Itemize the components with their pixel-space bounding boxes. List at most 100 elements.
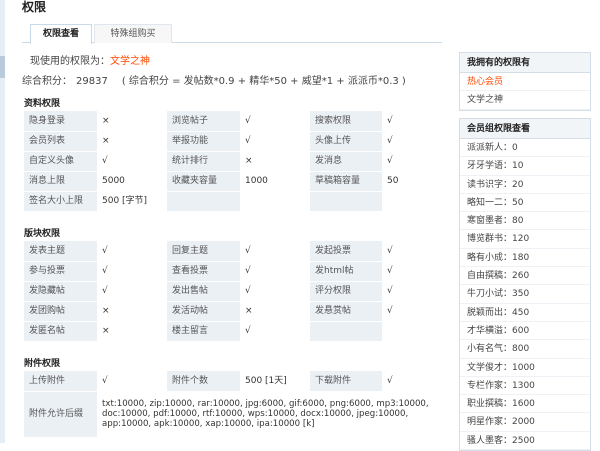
- permission-value: ×: [97, 301, 167, 322]
- permission-key: 附件允许后缀: [24, 391, 97, 438]
- table-row: 签名大小上限 500 [字节]: [24, 191, 442, 212]
- permission-value: √: [382, 151, 442, 172]
- permission-key: 发表主题: [24, 241, 97, 262]
- member-group-item[interactable]: 才华横溢：600: [460, 322, 590, 341]
- empty-cell: [310, 191, 382, 212]
- permission-key: 发出售帖: [167, 281, 240, 302]
- permission-value: 500 [字节]: [97, 191, 167, 212]
- score-line: 综合积分： 29837 ( 综合积分 = 发帖数*0.9 + 精华*50 + 威望*…: [22, 72, 406, 87]
- member-group-item[interactable]: 骚人墨客：2500: [460, 432, 590, 451]
- table-row: 隐身登录 × 浏览帖子 √ 搜索权限 √: [24, 111, 442, 132]
- permission-key: 评分权限: [310, 281, 382, 302]
- allowed-extensions-value: txt:10000, zip:10000, rar:10000, jpg:600…: [97, 391, 442, 438]
- permission-value: 50: [382, 171, 442, 192]
- permission-key: 统计排行: [167, 151, 240, 172]
- permission-value: 5000: [97, 171, 167, 192]
- empty-cell: [240, 191, 310, 212]
- current-permission-line: 现使用的权限为：文学之神: [30, 52, 150, 67]
- permission-value: ×: [97, 321, 167, 342]
- permission-key: 举报功能: [167, 131, 240, 152]
- left-edge-strip: [0, 0, 5, 443]
- permission-value: ×: [97, 131, 167, 152]
- my-permissions-box: 我拥有的权限有 热心会员 文学之神: [459, 52, 591, 111]
- member-group-item[interactable]: 文学俊才：1000: [460, 359, 590, 377]
- current-permission-prefix: 现使用的权限为：: [30, 56, 110, 67]
- permission-key: 发悬赏帖: [310, 301, 382, 322]
- table-row: 发匿名帖 × 楼主留言 √: [24, 321, 442, 342]
- permission-value: √: [240, 261, 310, 282]
- member-group-title: 会员组权限查看: [460, 119, 590, 139]
- permission-value: √: [240, 111, 310, 132]
- member-group-item[interactable]: 略知一二：50: [460, 194, 590, 213]
- empty-cell: [382, 191, 442, 212]
- score-value: 29837: [76, 76, 108, 87]
- permission-key: 发匿名帖: [24, 321, 97, 342]
- member-group-item[interactable]: 脱颖而出：450: [460, 304, 590, 322]
- permission-value: √: [97, 241, 167, 262]
- member-group-item[interactable]: 寒窗墨者：80: [460, 212, 590, 231]
- resource-permission-table: 隐身登录 × 浏览帖子 √ 搜索权限 √ 会员列表 × 举报功能 √ 头像上传 √ 自定义头像 √ 统计排行…: [24, 111, 442, 212]
- permission-key: 会员列表: [24, 131, 97, 152]
- permission-key: 查看投票: [167, 261, 240, 282]
- empty-cell: [382, 321, 442, 342]
- permission-key: 收藏夹容量: [167, 171, 240, 192]
- permission-key: 回复主题: [167, 241, 240, 262]
- permission-value: √: [97, 281, 167, 302]
- score-formula: ( 综合积分 = 发帖数*0.9 + 精华*50 + 威望*1 + 派派币*0.…: [121, 76, 406, 87]
- member-group-item[interactable]: 略有小成：180: [460, 249, 590, 268]
- permission-key: 附件个数: [167, 371, 240, 392]
- permission-value: √: [382, 131, 442, 152]
- permission-value: √: [97, 151, 167, 172]
- section-title-attachment: 附件权限: [24, 359, 61, 369]
- permission-key: 签名大小上限: [24, 191, 97, 212]
- permission-key: 自定义头像: [24, 151, 97, 172]
- permission-value: √: [97, 371, 167, 392]
- permission-key: 上传附件: [24, 371, 97, 392]
- member-group-item[interactable]: 牛刀小试：350: [460, 285, 590, 304]
- member-group-item[interactable]: 小有名气：800: [460, 340, 590, 359]
- my-permission-item[interactable]: 文学之神: [460, 91, 590, 110]
- permission-key: 隐身登录: [24, 111, 97, 132]
- table-row: 上传附件 √ 附件个数 500 [1天] 下载附件 √: [24, 371, 442, 392]
- member-group-item[interactable]: 职业撰稿：1600: [460, 395, 590, 414]
- permission-value: ×: [240, 151, 310, 172]
- member-group-item[interactable]: 明星作家：2000: [460, 413, 590, 432]
- empty-cell: [167, 191, 240, 212]
- current-permission-role[interactable]: 文学之神: [110, 56, 150, 67]
- member-group-item[interactable]: 牙牙学语：10: [460, 157, 590, 176]
- member-group-item[interactable]: 读书识字：20: [460, 176, 590, 194]
- table-row: 参与投票 √ 查看投票 √ 发html帖 √: [24, 261, 442, 282]
- my-permissions-title: 我拥有的权限有: [460, 53, 590, 73]
- permission-value: √: [382, 111, 442, 132]
- table-row: 发表主题 √ 回复主题 √ 发起投票 √: [24, 241, 442, 262]
- permission-value: √: [97, 261, 167, 282]
- table-row: 会员列表 × 举报功能 √ 头像上传 √: [24, 131, 442, 152]
- permission-value: √: [382, 261, 442, 282]
- attachment-permission-table: 上传附件 √ 附件个数 500 [1天] 下载附件 √ 附件允许后缀 txt:1…: [24, 371, 442, 438]
- permission-key: 消息上限: [24, 171, 97, 192]
- permission-value: √: [382, 301, 442, 322]
- table-row: 消息上限 5000 收藏夹容量 1000 草稿箱容量 50: [24, 171, 442, 192]
- permission-key: 发活动帖: [167, 301, 240, 322]
- member-group-item[interactable]: 派派新人：0: [460, 139, 590, 158]
- tab-permission-view[interactable]: 权限查看: [30, 24, 92, 44]
- tab-special-group-purchase[interactable]: 特殊组购买: [94, 24, 172, 43]
- score-label: 综合积分：: [22, 76, 72, 87]
- permission-value: 1000: [240, 171, 310, 192]
- tab-bar: 权限查看 特殊组购买: [22, 24, 442, 44]
- section-title-resource: 资料权限: [24, 99, 61, 109]
- permission-key: 发隐藏帖: [24, 281, 97, 302]
- member-group-item[interactable]: 自由撰稿：260: [460, 267, 590, 286]
- member-group-item[interactable]: 博览群书：120: [460, 230, 590, 249]
- scroll-tab[interactable]: [0, 56, 5, 78]
- permission-value: ×: [240, 301, 310, 322]
- member-group-item[interactable]: 专栏作家：1300: [460, 377, 590, 396]
- permission-value: √: [240, 281, 310, 302]
- permission-value: √: [382, 371, 442, 392]
- member-group-permissions-box: 会员组权限查看 派派新人：0 牙牙学语：10 读书识字：20 略知一二：50 寒窗墨者：…: [459, 118, 591, 451]
- permission-value: √: [240, 241, 310, 262]
- permission-key: 下载附件: [310, 371, 382, 392]
- permission-key: 发团购帖: [24, 301, 97, 322]
- my-permission-item[interactable]: 热心会员: [460, 73, 590, 92]
- empty-cell: [310, 321, 382, 342]
